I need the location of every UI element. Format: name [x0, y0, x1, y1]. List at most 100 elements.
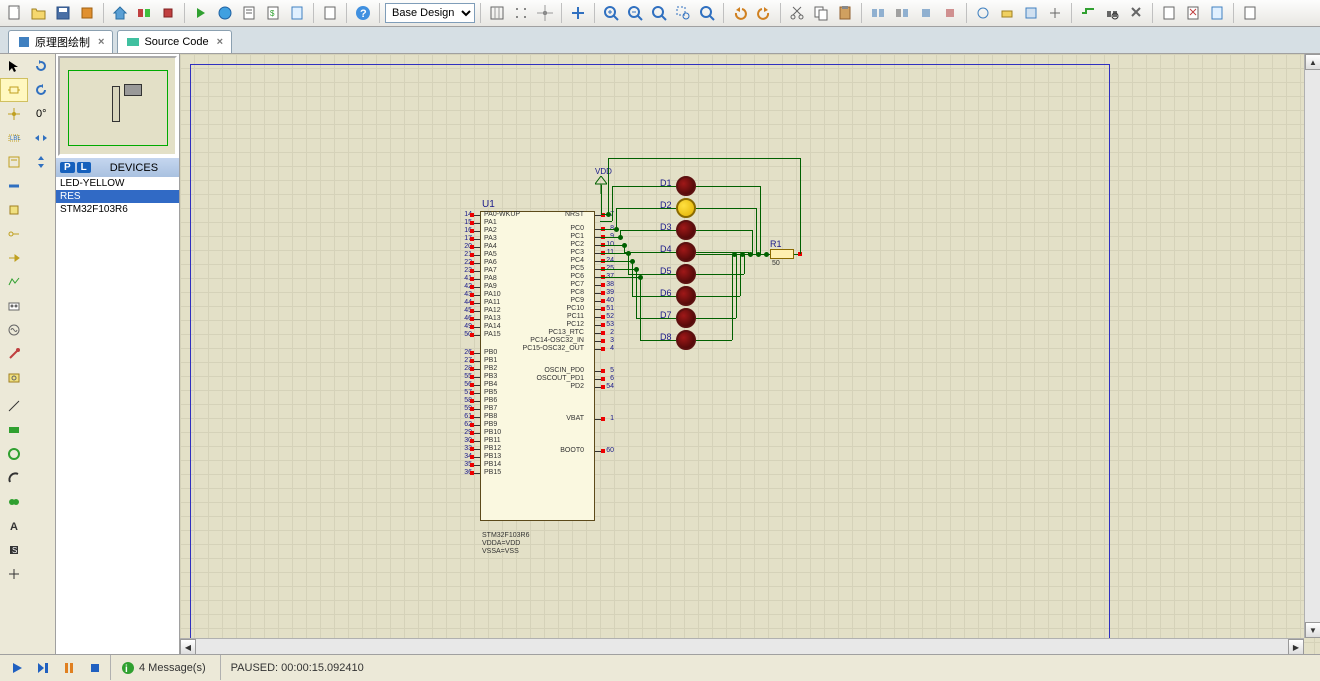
mirror-v-icon[interactable]: [28, 150, 56, 174]
subcircuit-icon[interactable]: [0, 198, 28, 222]
overview-map[interactable]: [58, 56, 177, 156]
list-item[interactable]: RES: [56, 190, 179, 203]
property-icon[interactable]: [1125, 2, 1147, 24]
search-icon[interactable]: [1101, 2, 1123, 24]
erc-icon[interactable]: [286, 2, 308, 24]
open-icon[interactable]: [28, 2, 50, 24]
save-icon[interactable]: [52, 2, 74, 24]
component-u1[interactable]: U1 STM32F103R6 VDDA=VDD VSSA=VSS 14PA0-W…: [470, 199, 600, 529]
zoom-fit-icon[interactable]: [648, 2, 670, 24]
angle-display[interactable]: 0°: [28, 102, 56, 126]
graph-icon[interactable]: [0, 270, 28, 294]
scroll-left-icon[interactable]: ◀: [180, 639, 196, 654]
import-icon[interactable]: [76, 2, 98, 24]
undo-icon[interactable]: [729, 2, 751, 24]
script-icon[interactable]: $: [262, 2, 284, 24]
mirror-h-icon[interactable]: [28, 126, 56, 150]
tab-schematic[interactable]: 原理图绘制 ×: [8, 30, 113, 53]
pick-icon[interactable]: [972, 2, 994, 24]
new-icon[interactable]: [4, 2, 26, 24]
package-icon[interactable]: [1020, 2, 1042, 24]
block-rotate-icon[interactable]: [915, 2, 937, 24]
zoom-in-icon[interactable]: [600, 2, 622, 24]
component-icon[interactable]: [0, 78, 28, 102]
delete-sheet-icon[interactable]: [1182, 2, 1204, 24]
help-icon[interactable]: ?: [352, 2, 374, 24]
cut-icon[interactable]: [786, 2, 808, 24]
list-item[interactable]: LED-YELLOW: [56, 177, 179, 190]
schematic-canvas[interactable]: U1 STM32F103R6 VDDA=VDD VSSA=VSS 14PA0-W…: [180, 54, 1320, 654]
selection-icon[interactable]: [0, 54, 28, 78]
line-icon[interactable]: [0, 394, 28, 418]
stop-icon[interactable]: [84, 658, 106, 678]
text-icon[interactable]: A: [0, 514, 28, 538]
generator-icon[interactable]: [0, 318, 28, 342]
snap-icon[interactable]: [510, 2, 532, 24]
pause-icon[interactable]: [58, 658, 80, 678]
path-icon[interactable]: [0, 490, 28, 514]
arc-icon[interactable]: [0, 466, 28, 490]
paste-icon[interactable]: [834, 2, 856, 24]
decompose-icon[interactable]: [1044, 2, 1066, 24]
rect-icon[interactable]: [0, 418, 28, 442]
run-icon[interactable]: [190, 2, 212, 24]
toggle-grid-icon[interactable]: [486, 2, 508, 24]
svg-text:LBL: LBL: [10, 136, 21, 142]
zoom-out-icon[interactable]: [624, 2, 646, 24]
home-icon[interactable]: [109, 2, 131, 24]
vertical-scrollbar[interactable]: ▲ ▼: [1304, 54, 1320, 638]
symbol-icon[interactable]: S: [0, 538, 28, 562]
scroll-right-icon[interactable]: ▶: [1288, 639, 1304, 654]
pin-icon[interactable]: [0, 246, 28, 270]
copy-icon[interactable]: [810, 2, 832, 24]
vdd-terminal[interactable]: VDD: [595, 167, 612, 194]
zoom-area-icon[interactable]: [672, 2, 694, 24]
new-sheet-icon[interactable]: [1158, 2, 1180, 24]
variant-icon[interactable]: [133, 2, 155, 24]
bus-icon[interactable]: [0, 174, 28, 198]
chip-icon[interactable]: [157, 2, 179, 24]
goto-sheet-icon[interactable]: [1206, 2, 1228, 24]
list-item[interactable]: STM32F103R6: [56, 203, 179, 216]
scroll-up-icon[interactable]: ▲: [1305, 54, 1320, 70]
make-icon[interactable]: [996, 2, 1018, 24]
l-badge[interactable]: L: [77, 162, 91, 173]
design-variant-combo[interactable]: Base Design: [385, 3, 475, 23]
close-icon[interactable]: ×: [98, 36, 104, 48]
notes-icon[interactable]: [319, 2, 341, 24]
exit-icon[interactable]: [1239, 2, 1261, 24]
bom-icon[interactable]: [238, 2, 260, 24]
code-icon: [126, 35, 140, 49]
origin-icon[interactable]: [534, 2, 556, 24]
redo-icon[interactable]: [753, 2, 775, 24]
marker-icon[interactable]: [0, 562, 28, 586]
label-icon[interactable]: LBL: [0, 126, 28, 150]
center-icon[interactable]: [567, 2, 589, 24]
close-icon[interactable]: ×: [217, 36, 223, 48]
instrument-icon[interactable]: [0, 366, 28, 390]
schematic-icon: [17, 35, 31, 49]
tape-icon[interactable]: [0, 294, 28, 318]
probe-icon[interactable]: [0, 342, 28, 366]
zoom-sheet-icon[interactable]: [696, 2, 718, 24]
rotate-ccw-icon[interactable]: [28, 78, 56, 102]
block-delete-icon[interactable]: [939, 2, 961, 24]
tab-source-code[interactable]: Source Code ×: [117, 30, 232, 53]
terminal-icon[interactable]: [0, 222, 28, 246]
circle-icon[interactable]: [0, 442, 28, 466]
step-icon[interactable]: [32, 658, 54, 678]
wire-autoroute-icon[interactable]: [1077, 2, 1099, 24]
text-script-icon[interactable]: [0, 150, 28, 174]
document-tabs: 原理图绘制 × Source Code ×: [0, 27, 1320, 54]
play-icon[interactable]: [6, 658, 28, 678]
messages-status[interactable]: i 4 Message(s): [110, 655, 216, 680]
scroll-down-icon[interactable]: ▼: [1305, 622, 1320, 638]
rotate-cw-icon[interactable]: [28, 54, 56, 78]
junction-icon[interactable]: [0, 102, 28, 126]
devices-list[interactable]: LED-YELLOW RES STM32F103R6: [56, 177, 179, 654]
block-move-icon[interactable]: [891, 2, 913, 24]
p-badge[interactable]: P: [60, 162, 75, 173]
globe-icon[interactable]: [214, 2, 236, 24]
block-copy-icon[interactable]: [867, 2, 889, 24]
horizontal-scrollbar[interactable]: ◀ ▶: [180, 638, 1304, 654]
